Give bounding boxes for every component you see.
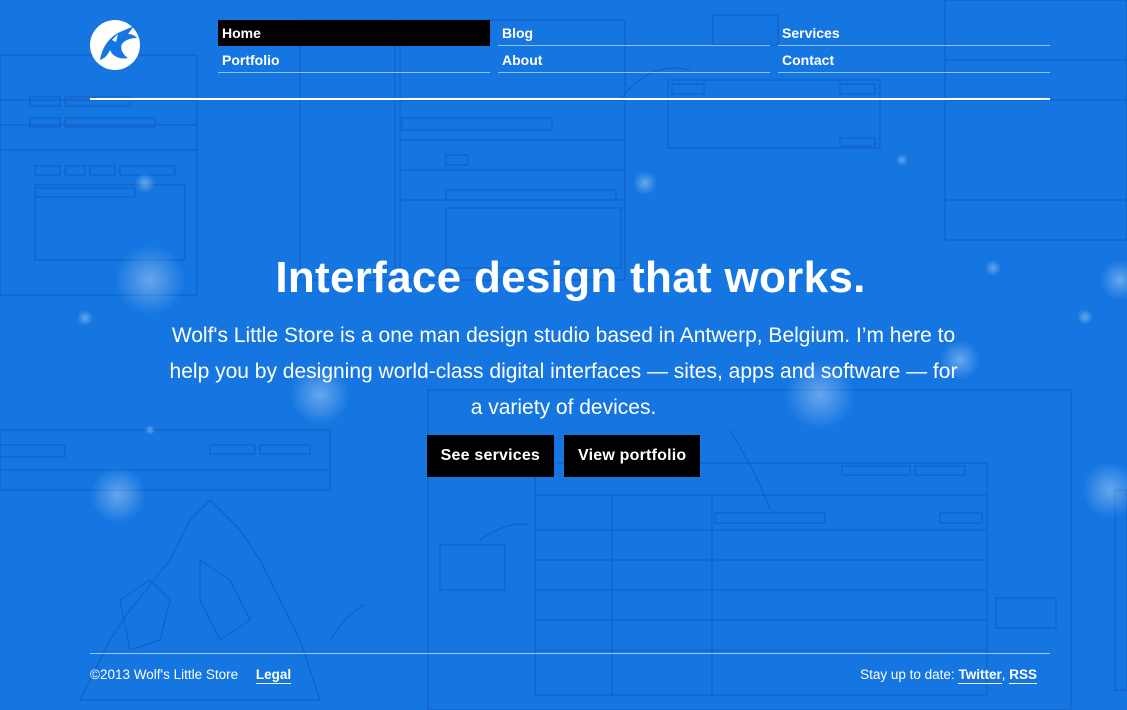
view-portfolio-button[interactable]: View portfolio <box>564 435 701 477</box>
nav-about[interactable]: About <box>498 47 770 73</box>
hero-description: Wolf's Little Store is a one man design … <box>169 324 958 419</box>
cta-buttons: See services View portfolio <box>0 435 1127 477</box>
header-divider <box>90 98 1050 100</box>
hero-section: Interface design that works. Wolf's Litt… <box>0 248 1127 426</box>
rss-link[interactable]: RSS <box>1009 667 1037 684</box>
hero-title: Interface design that works. <box>275 253 866 302</box>
copyright-text: ©2013 Wolf's Little Store <box>90 667 239 682</box>
twitter-link[interactable]: Twitter <box>958 667 1002 684</box>
nav-column-2: Blog About <box>498 20 770 74</box>
nav-services[interactable]: Services <box>778 20 1050 46</box>
nav-portfolio[interactable]: Portfolio <box>218 47 490 73</box>
footer-divider <box>90 653 1050 654</box>
footer-right: Stay up to date: Twitter, RSS <box>860 667 1037 684</box>
footer-separator: , <box>1001 667 1006 682</box>
nav-home[interactable]: Home <box>218 20 490 46</box>
nav-column-3: Services Contact <box>778 20 1050 74</box>
see-services-button[interactable]: See services <box>426 435 555 477</box>
nav-column-1: Home Portfolio <box>218 20 490 74</box>
legal-link[interactable]: Legal <box>255 667 292 684</box>
nav-blog[interactable]: Blog <box>498 20 770 46</box>
nav-contact[interactable]: Contact <box>778 47 1050 73</box>
wolf-head-icon[interactable] <box>90 20 140 70</box>
stay-up-to-date-label: Stay up to date: <box>860 667 955 682</box>
footer-left: ©2013 Wolf's Little Store Legal <box>90 667 292 684</box>
